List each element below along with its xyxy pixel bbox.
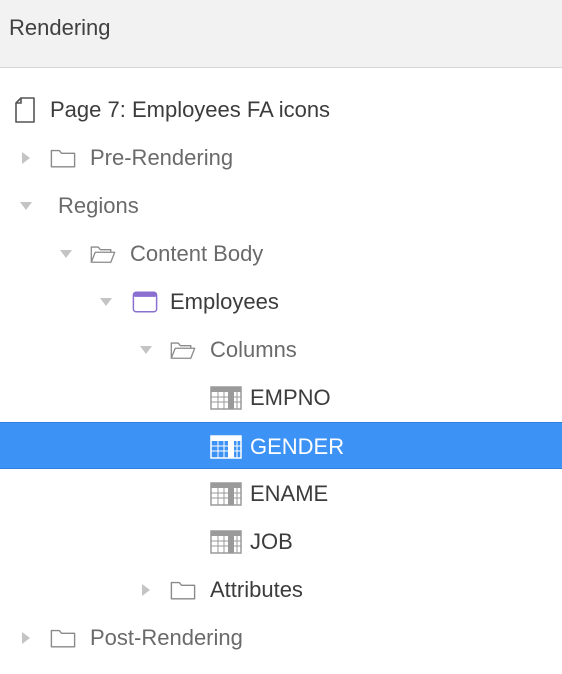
tree-node-regions[interactable]: Regions [0, 182, 562, 229]
region-icon [132, 278, 158, 325]
tree-node-label: EMPNO [250, 384, 331, 410]
rendering-panel: Rendering Page 7: Employees FA icons Pre… [0, 0, 562, 674]
panel-title: Rendering [9, 15, 111, 40]
folder-icon [50, 134, 76, 181]
column-icon [210, 518, 242, 565]
expand-triangle-icon[interactable] [137, 566, 155, 613]
tree-node-label: Employees [170, 288, 279, 314]
collapse-triangle-icon[interactable] [97, 278, 115, 325]
tree-node-label: Attributes [210, 576, 303, 602]
tree-node-label: JOB [250, 528, 293, 554]
tree-node-columns[interactable]: Columns [0, 326, 562, 373]
tree-node-label: Pre-Rendering [90, 144, 234, 170]
expand-triangle-icon[interactable] [17, 134, 35, 181]
panel-header: Rendering [0, 0, 562, 68]
tree-node-label: Post-Rendering [90, 624, 243, 650]
tree-node-column-gender[interactable]: GENDER [0, 422, 562, 469]
column-icon [210, 374, 242, 421]
tree-node-label: Columns [210, 336, 297, 362]
tree-node-attributes[interactable]: Attributes [0, 566, 562, 613]
folder-icon [170, 566, 196, 613]
tree-node-label: Page 7: Employees FA icons [50, 96, 331, 122]
folder-open-icon [170, 326, 196, 373]
tree-node-label: GENDER [250, 433, 345, 459]
folder-open-icon [90, 230, 116, 277]
tree-node-column-empno[interactable]: EMPNO [0, 374, 562, 421]
folder-icon [50, 614, 76, 661]
tree-node-label: Content Body [130, 240, 264, 266]
tree-node-content-body[interactable]: Content Body [0, 230, 562, 277]
expand-triangle-icon[interactable] [17, 614, 35, 661]
collapse-triangle-icon[interactable] [137, 326, 155, 373]
column-icon [210, 470, 242, 517]
tree-node-column-ename[interactable]: ENAME [0, 470, 562, 517]
collapse-triangle-icon[interactable] [57, 230, 75, 277]
tree-node-post-rendering[interactable]: Post-Rendering [0, 614, 562, 661]
tree-node-column-job[interactable]: JOB [0, 518, 562, 565]
tree-node-pre-rendering[interactable]: Pre-Rendering [0, 134, 562, 181]
tree-node-page[interactable]: Page 7: Employees FA icons [0, 86, 562, 133]
column-icon [210, 423, 242, 470]
tree-node-label: Regions [58, 192, 139, 218]
tree-node-label: ENAME [250, 480, 329, 506]
page-icon [12, 86, 38, 133]
tree-node-employees[interactable]: Employees [0, 278, 562, 325]
collapse-triangle-icon[interactable] [17, 182, 35, 229]
